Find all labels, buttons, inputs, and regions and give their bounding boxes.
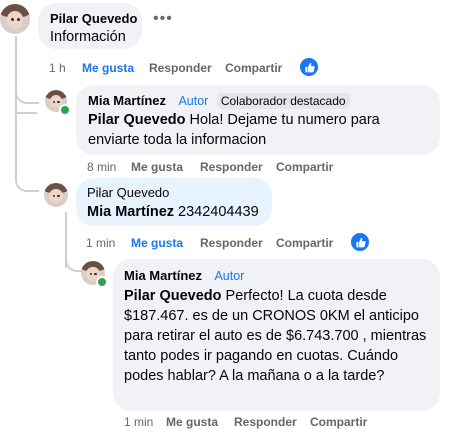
comment-time[interactable]: 8 min: [87, 160, 116, 174]
reply-button[interactable]: Responder: [149, 61, 212, 75]
comment-author[interactable]: Pilar Quevedo: [50, 11, 137, 26]
comment-body: 2342404439: [174, 204, 259, 220]
comment-bubble: Mia Martínez Autor Colaborador destacado…: [76, 85, 440, 155]
comment-text: Mia Martínez 2342404439: [87, 202, 259, 222]
avatar[interactable]: [44, 183, 68, 207]
comment-text: Información: [50, 29, 126, 45]
comment-author[interactable]: Mia Martínez: [124, 268, 202, 283]
comment-time[interactable]: 1 h: [49, 61, 66, 75]
like-icon: [298, 56, 320, 78]
mention-link[interactable]: Pilar Quevedo: [124, 288, 222, 304]
more-dots-icon[interactable]: •••: [153, 10, 173, 28]
avatar[interactable]: [0, 4, 30, 34]
comment-author[interactable]: Mia Martínez: [88, 93, 166, 108]
reply-button[interactable]: Responder: [200, 236, 263, 250]
thread-connector: [15, 112, 37, 114]
like-button[interactable]: Me gusta: [131, 160, 183, 174]
mention-link[interactable]: Pilar Quevedo: [88, 112, 186, 128]
like-button[interactable]: Me gusta: [131, 236, 183, 250]
comment-text: Pilar Quevedo Hola! Dejame tu numero par…: [88, 110, 388, 150]
status-badge: Colaborador destacado: [216, 93, 350, 109]
comment-bubble: Pilar Quevedo Mia Martínez 2342404439: [76, 178, 272, 226]
thread-connector: [15, 146, 39, 192]
share-button[interactable]: Compartir: [225, 61, 282, 75]
comment-bubble: Pilar Quevedo Información: [38, 3, 142, 49]
comment-actions: 1 h: [49, 61, 66, 75]
comment-text: Pilar Quevedo Perfecto! La cuota desde $…: [124, 286, 430, 386]
comment-bubble: Mia Martínez Autor Pilar Quevedo Perfect…: [113, 259, 440, 411]
author-tag: Autor: [214, 269, 245, 283]
author-tag: Autor: [178, 94, 209, 108]
online-status-icon: [96, 276, 108, 288]
mention-link[interactable]: Mia Martínez: [87, 204, 174, 220]
thread-line: [15, 36, 17, 112]
share-button[interactable]: Compartir: [276, 160, 333, 174]
comment-author[interactable]: Pilar Quevedo: [87, 185, 169, 200]
online-status-icon: [59, 104, 71, 116]
share-button[interactable]: Compartir: [276, 236, 333, 250]
thread-connector: [15, 88, 39, 104]
reply-button[interactable]: Responder: [200, 160, 263, 174]
like-button[interactable]: Me gusta: [82, 61, 134, 75]
like-icon: [349, 231, 371, 253]
comment-time[interactable]: 1 min: [86, 236, 115, 250]
